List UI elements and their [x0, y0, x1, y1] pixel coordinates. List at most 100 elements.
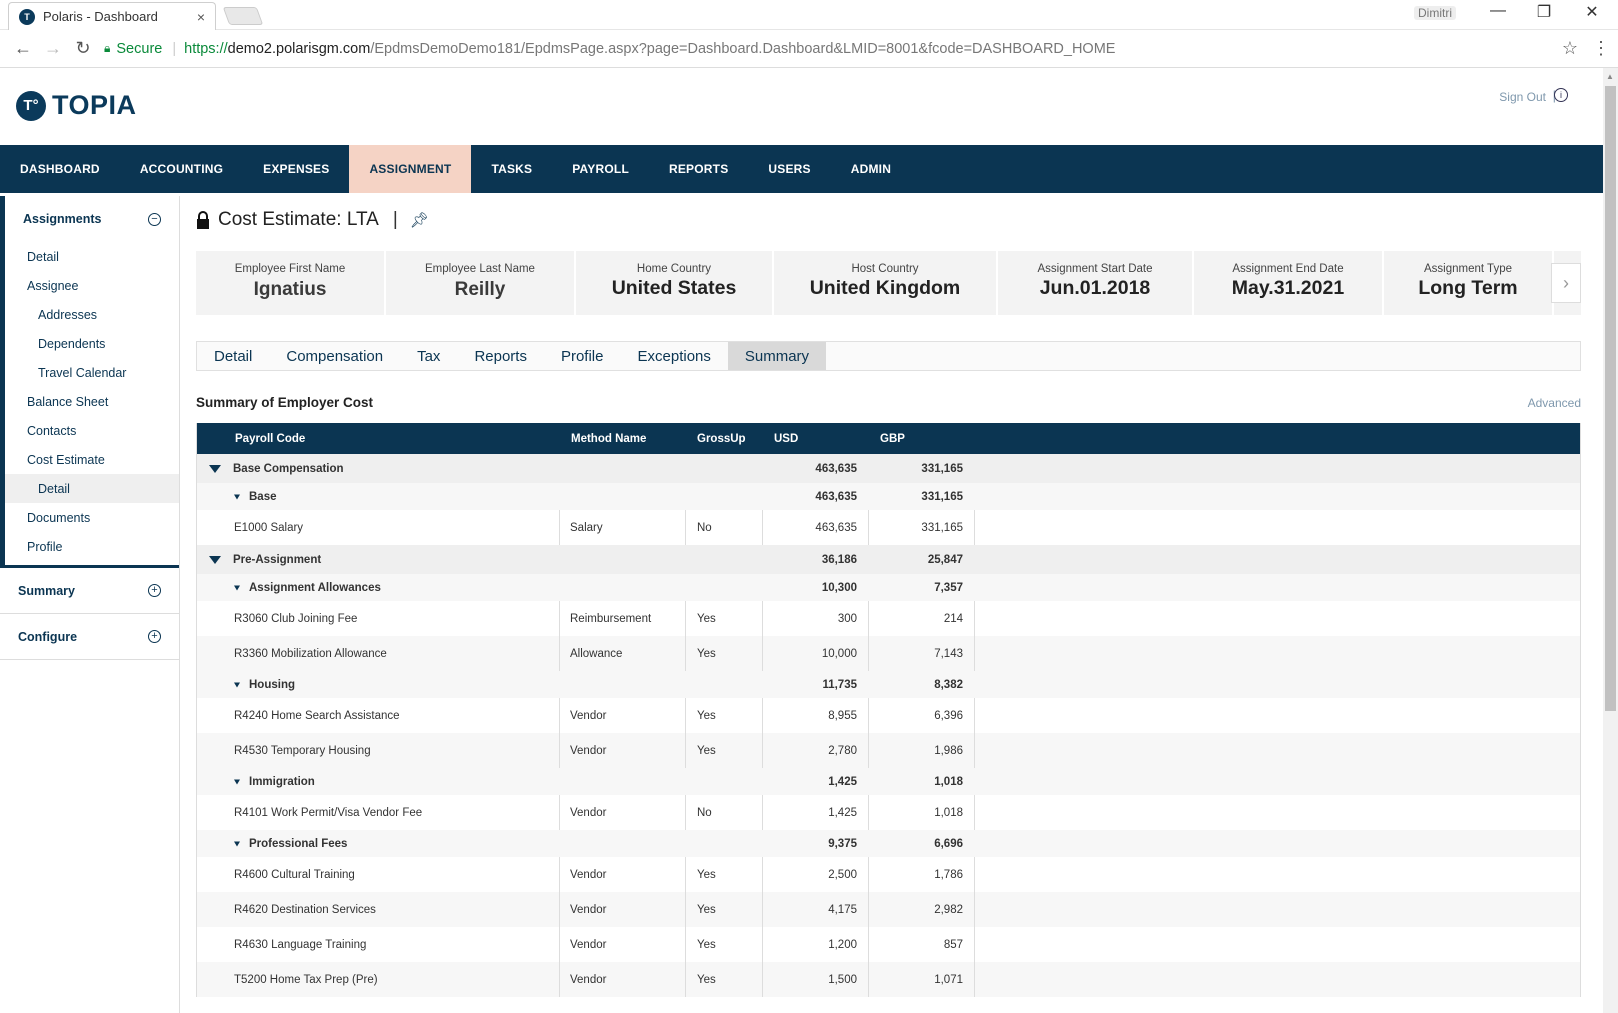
nav-accounting[interactable]: ACCOUNTING: [120, 145, 243, 193]
nav-tasks[interactable]: TASKS: [471, 145, 552, 193]
sidebar-item-addresses[interactable]: Addresses: [5, 300, 179, 329]
col-grossup[interactable]: GrossUp: [697, 433, 746, 445]
col-gbp[interactable]: GBP: [880, 433, 905, 445]
configure-section-header[interactable]: Configure +: [0, 614, 179, 660]
sidebar: Assignments − Detail Assignee Addresses …: [0, 196, 180, 1013]
sidebar-item-assignee[interactable]: Assignee: [5, 271, 179, 300]
tab-detail[interactable]: Detail: [197, 342, 269, 370]
back-icon[interactable]: ←: [8, 38, 38, 59]
cell-divider: [762, 601, 763, 636]
sidebar-item-dependents[interactable]: Dependents: [5, 329, 179, 358]
window-close-icon[interactable]: ✕: [1572, 2, 1612, 22]
browser-tabbar: T Polaris - Dashboard × Dimitri — ❐ ✕: [0, 0, 1618, 30]
sign-out-link[interactable]: Sign Out: [1499, 90, 1546, 104]
url-separator: |: [172, 40, 177, 57]
scrollbar-thumb[interactable]: [1605, 86, 1616, 711]
card-value: Long Term: [1418, 277, 1518, 299]
sidebar-item-cost-estimate-detail[interactable]: Detail: [5, 474, 179, 503]
tab-compensation[interactable]: Compensation: [269, 342, 400, 370]
collapse-triangle-icon[interactable]: [234, 494, 240, 499]
sidebar-item-documents[interactable]: Documents: [5, 503, 179, 532]
collapse-triangle-icon[interactable]: [234, 682, 240, 687]
table-row[interactable]: R4620 Destination Services Vendor Yes 4,175…: [197, 892, 1580, 927]
chevron-right-icon[interactable]: ›: [1551, 263, 1581, 303]
topia-logo[interactable]: T° TOPIA: [16, 90, 137, 121]
pin-icon[interactable]: 📌︎: [410, 211, 429, 229]
info-icon[interactable]: i: [1554, 88, 1568, 102]
minimize-icon[interactable]: —: [1478, 2, 1518, 20]
expand-icon[interactable]: +: [148, 584, 161, 597]
usd-cell: 36,186: [821, 553, 857, 566]
subgroup-row[interactable]: Assignment Allowances 10,300 7,357: [197, 574, 1580, 601]
gbp-cell: 2,982: [934, 903, 963, 916]
table-row[interactable]: R4630 Language Training Vendor Yes 1,200 857: [197, 927, 1580, 962]
table-row[interactable]: E1000 Salary Salary No 463,635 331,165: [197, 510, 1580, 545]
col-payroll-code[interactable]: Payroll Code: [235, 433, 305, 445]
nav-dashboard[interactable]: DASHBOARD: [0, 145, 120, 193]
gbp-cell: 7,357: [934, 581, 963, 594]
gbp-cell: 214: [943, 612, 963, 625]
collapse-icon[interactable]: −: [148, 212, 161, 226]
main-nav: DASHBOARD ACCOUNTING EXPENSES ASSIGNMENT TAS…: [0, 145, 1603, 193]
table-row[interactable]: T5200 Home Tax Prep (Pre) Vendor Yes 1,500 1…: [197, 962, 1580, 997]
tab-exceptions[interactable]: Exceptions: [621, 342, 728, 370]
col-usd[interactable]: USD: [774, 433, 798, 445]
scroll-up-icon[interactable]: ▲: [1606, 72, 1614, 81]
col-method-name[interactable]: Method Name: [571, 433, 646, 445]
page-scrollbar[interactable]: ▲: [1603, 68, 1618, 1013]
sidebar-item-profile[interactable]: Profile: [5, 532, 179, 561]
table-row[interactable]: R3060 Club Joining Fee Reimbursement Yes 30…: [197, 601, 1580, 636]
address-bar: ← → ↻ 🔒︎ Secure | https://demo2.polarisg…: [0, 30, 1618, 68]
new-tab-button[interactable]: [222, 7, 264, 25]
nav-expenses[interactable]: EXPENSES: [243, 145, 349, 193]
collapse-triangle-icon[interactable]: [209, 555, 221, 564]
nav-assignment[interactable]: ASSIGNMENT: [349, 145, 472, 193]
usd-cell: 1,425: [828, 775, 857, 788]
sidebar-item-travel-calendar[interactable]: Travel Calendar: [5, 358, 179, 387]
tab-tax[interactable]: Tax: [400, 342, 457, 370]
table-row[interactable]: R4530 Temporary Housing Vendor Yes 2,780 1,9…: [197, 733, 1580, 768]
card-value: Ignatius: [253, 279, 327, 300]
nav-admin[interactable]: ADMIN: [831, 145, 911, 193]
table-row[interactable]: R4101 Work Permit/Visa Vendor Fee Vendor N…: [197, 795, 1580, 830]
nav-users[interactable]: USERS: [748, 145, 830, 193]
tab-reports[interactable]: Reports: [457, 342, 544, 370]
subgroup-row[interactable]: Base 463,635 331,165: [197, 483, 1580, 510]
browser-tab[interactable]: T Polaris - Dashboard ×: [8, 2, 216, 30]
subgroup-row[interactable]: Immigration 1,425 1,018: [197, 768, 1580, 795]
table-row[interactable]: R3360 Mobilization Allowance Allowance Yes…: [197, 636, 1580, 671]
sidebar-item-balance-sheet[interactable]: Balance Sheet: [5, 387, 179, 416]
tab-summary[interactable]: Summary: [727, 342, 827, 370]
bookmark-star-icon[interactable]: ☆: [1562, 38, 1578, 59]
usd-cell: 2,780: [828, 744, 857, 757]
cell-divider: [762, 698, 763, 733]
collapse-triangle-icon[interactable]: [209, 464, 221, 473]
tab-profile[interactable]: Profile: [544, 342, 621, 370]
reload-icon[interactable]: ↻: [68, 38, 98, 59]
collapse-triangle-icon[interactable]: [234, 585, 240, 590]
nav-reports[interactable]: REPORTS: [649, 145, 748, 193]
expand-icon[interactable]: +: [148, 630, 161, 643]
nav-payroll[interactable]: PAYROLL: [552, 145, 649, 193]
collapse-triangle-icon[interactable]: [234, 841, 240, 846]
subgroup-row[interactable]: Professional Fees 9,375 6,696: [197, 830, 1580, 857]
url-field[interactable]: 🔒︎ Secure | https://demo2.polarisgm.com /…: [104, 35, 1610, 63]
browser-menu-icon[interactable]: ⋮: [1592, 38, 1610, 59]
sidebar-item-cost-estimate[interactable]: Cost Estimate: [5, 445, 179, 474]
assignments-header[interactable]: Assignments −: [5, 196, 179, 242]
advanced-link[interactable]: Advanced: [1528, 396, 1581, 410]
tab-close-icon[interactable]: ×: [197, 9, 205, 25]
sidebar-item-detail[interactable]: Detail: [5, 242, 179, 271]
collapse-triangle-icon[interactable]: [234, 779, 240, 784]
group-row[interactable]: Base Compensation 463,635 331,165: [197, 454, 1580, 483]
table-row[interactable]: R4240 Home Search Assistance Vendor Yes 8,9…: [197, 698, 1580, 733]
restore-icon[interactable]: ❐: [1524, 2, 1564, 22]
sidebar-item-contacts[interactable]: Contacts: [5, 416, 179, 445]
grossup-cell: No: [697, 521, 712, 534]
grossup-cell: Yes: [697, 647, 716, 660]
forward-icon[interactable]: →: [38, 38, 68, 59]
subgroup-row[interactable]: Housing 11,735 8,382: [197, 671, 1580, 698]
table-row[interactable]: R4600 Cultural Training Vendor Yes 2,500 1,7…: [197, 857, 1580, 892]
summary-section-header[interactable]: Summary +: [0, 568, 179, 614]
group-row[interactable]: Pre-Assignment 36,186 25,847: [197, 545, 1580, 574]
